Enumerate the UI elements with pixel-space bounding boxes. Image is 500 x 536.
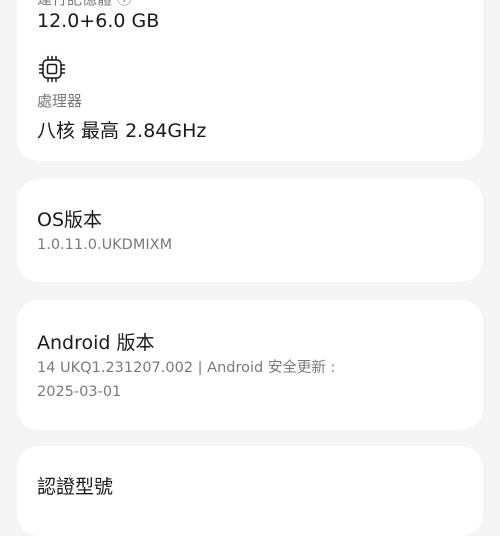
memory-value: 12.0+6.0 GB xyxy=(37,10,160,32)
certification-model-card[interactable]: 認證型號 xyxy=(17,446,483,536)
certification-model-title: 認證型號 xyxy=(37,476,114,498)
android-version-card[interactable]: Android 版本 14 UKQ1.231207.002 | Android … xyxy=(17,300,483,430)
processor-value: 八核 最高 2.84GHz xyxy=(37,120,207,142)
os-version-card[interactable]: OS版本 1.0.11.0.UKDMIXM xyxy=(17,179,483,282)
processor-label: 處理器 xyxy=(37,92,83,110)
os-version-title: OS版本 xyxy=(37,209,103,231)
cpu-chip-icon xyxy=(37,54,67,84)
hardware-specs-card: 運行記憶體 ⓘ 12.0+6.0 GB 處理器 八核 最高 2.84GHz xyxy=(17,0,483,161)
android-version-value-line1: 14 UKQ1.231207.002 | Android 安全更新 : xyxy=(37,360,336,376)
os-version-value: 1.0.11.0.UKDMIXM xyxy=(37,237,173,253)
android-version-value-line2: 2025-03-01 xyxy=(37,384,122,400)
android-version-title: Android 版本 xyxy=(37,332,155,354)
memory-label: 運行記憶體 ⓘ xyxy=(37,0,132,9)
